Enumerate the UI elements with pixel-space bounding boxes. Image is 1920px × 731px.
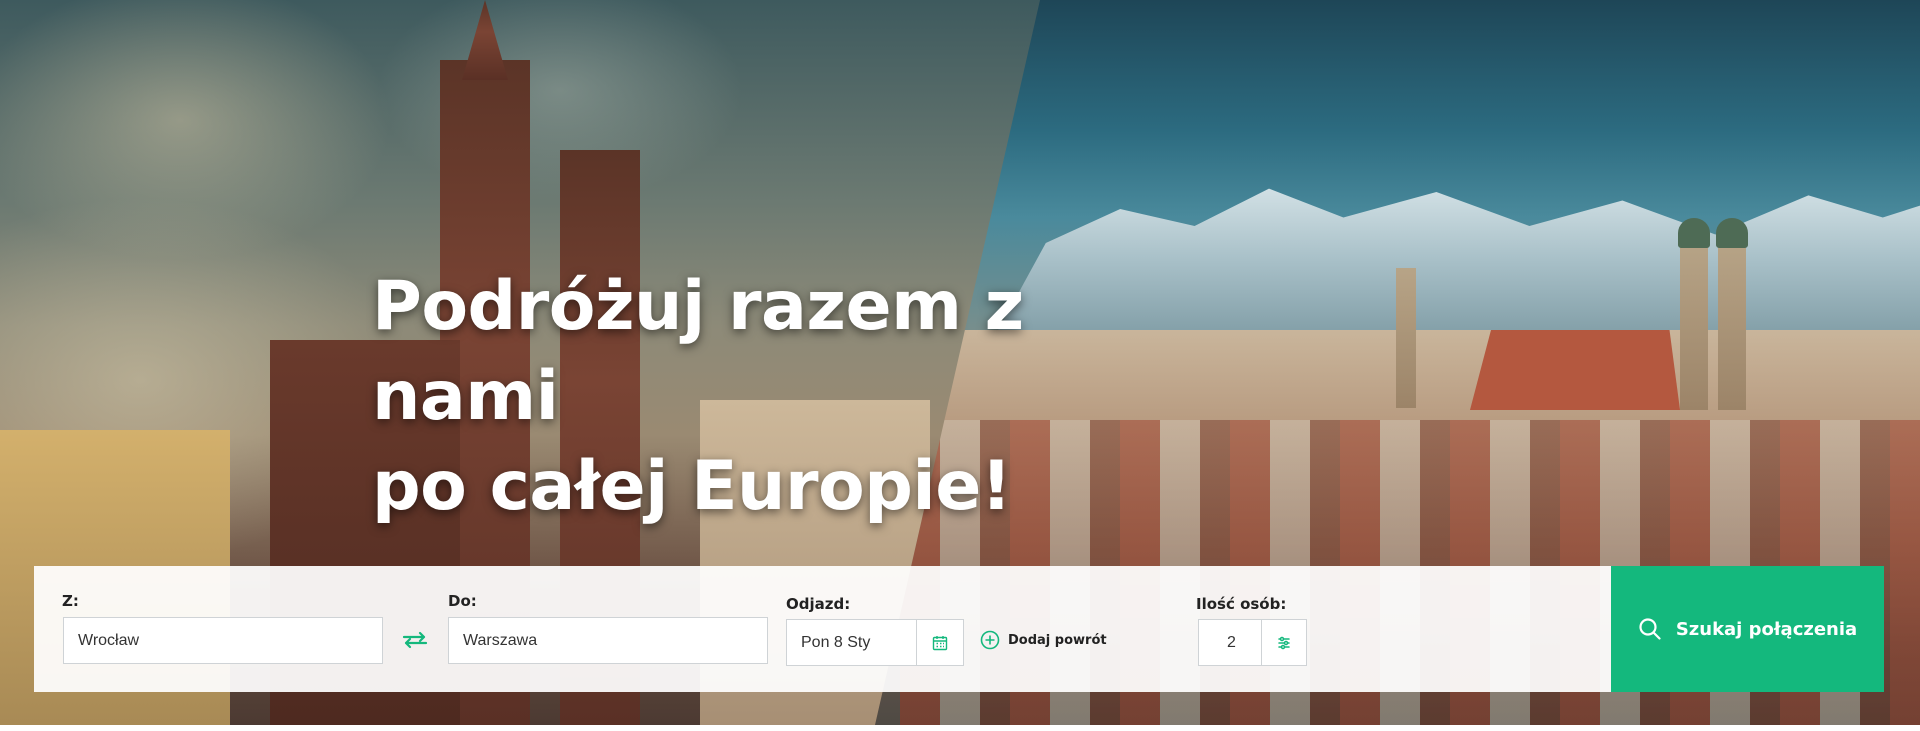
- add-return-label: Dodaj powrót: [1008, 632, 1107, 648]
- plus-circle-icon: [980, 630, 1000, 650]
- departure-date-field[interactable]: Pon 8 Sty: [786, 619, 964, 666]
- hero-title-line-2: po całej Europie!: [372, 447, 1012, 526]
- departure-date-value: Pon 8 Sty: [801, 633, 871, 651]
- swap-arrows-icon[interactable]: [400, 628, 430, 652]
- to-input[interactable]: Warszawa: [448, 617, 768, 664]
- persons-value: 2: [1227, 633, 1236, 651]
- hero-church-tower-right: [1680, 240, 1708, 410]
- persons-field[interactable]: 2: [1198, 619, 1307, 666]
- calendar-icon[interactable]: [916, 620, 963, 665]
- from-input[interactable]: Wrocław: [63, 617, 383, 664]
- hero-dome: [1678, 218, 1710, 248]
- hero-dome-2: [1716, 218, 1748, 248]
- persons-label: Ilość osób:: [1196, 595, 1287, 613]
- hero-title-line-1: Podróżuj razem z nami: [372, 267, 1024, 436]
- hero-basilica-spire: [462, 0, 508, 80]
- sliders-icon[interactable]: [1261, 620, 1306, 665]
- from-label: Z:: [62, 592, 79, 610]
- search-button-label: Szukaj połączenia: [1675, 618, 1858, 640]
- departure-label: Odjazd:: [786, 595, 851, 613]
- hero-church-roof: [1470, 330, 1680, 410]
- to-label: Do:: [448, 592, 477, 610]
- hero-spire: [1396, 268, 1416, 408]
- hero-church-tower-right-2: [1718, 240, 1746, 410]
- search-connection-button[interactable]: Szukaj połączenia: [1611, 566, 1884, 692]
- add-return-button[interactable]: Dodaj powrót: [980, 630, 1107, 650]
- hero-title: Podróżuj razem z nami po całej Europie!: [372, 262, 1192, 532]
- search-icon: [1639, 618, 1661, 640]
